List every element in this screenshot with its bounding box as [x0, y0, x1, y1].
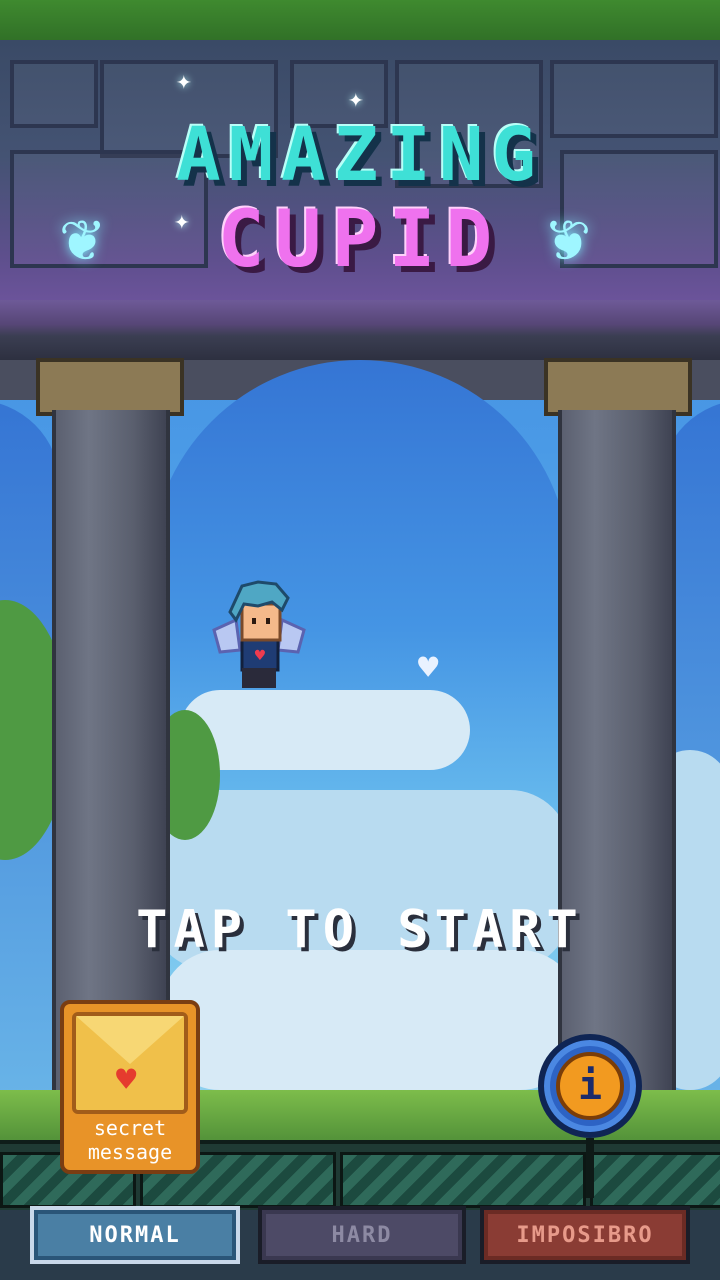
info-icon: i	[556, 1052, 624, 1120]
envelope-heart-icon: ♥	[72, 1012, 188, 1114]
sparkle-icon: ✦	[348, 84, 364, 114]
pillar-capital-left	[36, 358, 184, 416]
secret-message-label: secret message	[87, 1116, 173, 1164]
secret-message-button[interactable]: ♥ secret message	[60, 1000, 200, 1174]
tap-to-start-prompt[interactable]: TAP TO START	[0, 900, 720, 960]
pillar-capital-right	[544, 358, 692, 416]
difficulty-normal-button[interactable]: NORMAL	[30, 1206, 240, 1264]
game-scene[interactable]: ✦ ✦ ✦ ✦ AMAZING ❦ ❦ CUPID ♥ ♥ TAP TO STA…	[0, 0, 720, 1280]
banner-trim	[0, 300, 720, 360]
info-pole	[586, 1138, 594, 1198]
info-button[interactable]: i	[538, 1034, 642, 1138]
difficulty-hard-button[interactable]: HARD	[258, 1206, 466, 1264]
cloud	[180, 690, 470, 770]
sparkle-icon: ✦	[176, 66, 192, 96]
game-title-line1: AMAZING	[176, 112, 544, 198]
svg-text:♥: ♥	[254, 648, 267, 664]
pillar-right	[558, 410, 676, 1110]
cloud	[160, 950, 580, 1090]
cupid-character: ♥	[212, 580, 306, 688]
difficulty-imposibro-button[interactable]: IMPOSIBRO	[480, 1206, 690, 1264]
game-title-line2: CUPID	[217, 195, 503, 285]
heart-icon: ♥	[418, 648, 439, 688]
